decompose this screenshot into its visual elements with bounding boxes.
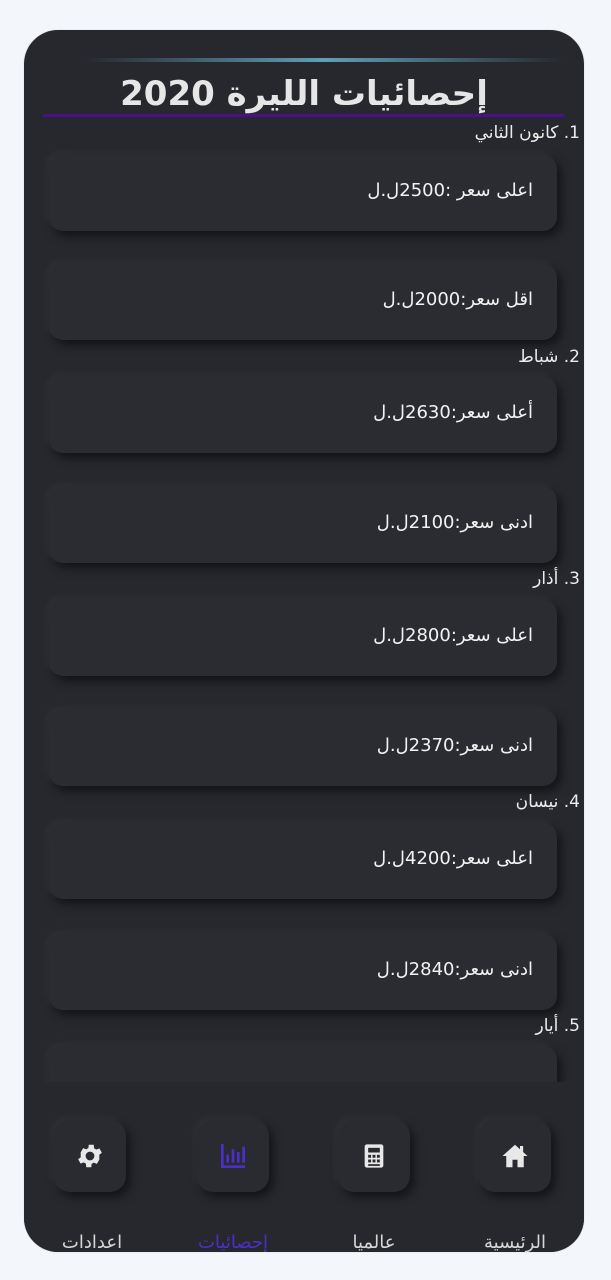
home-button[interactable]	[479, 1120, 551, 1192]
stats-scroll-area[interactable]: 1. كانون الثاني اعلى سعر :2500ل.ل اقل سع…	[24, 120, 584, 1088]
nav-label: إحصائيات	[197, 1232, 269, 1252]
gear-icon	[78, 1144, 102, 1168]
price-card[interactable]: اعلى سعر:4200ل.ل	[49, 823, 557, 899]
price-card[interactable]: اعلى سعر:2800ل.ل	[49, 600, 557, 676]
price-card-text: ادنى سعر:2100ل.ل	[376, 512, 533, 533]
price-card-text: اقل سعر:2000ل.ل	[382, 289, 533, 310]
price-card-text: ادنى سعر:2840ل.ل	[376, 959, 533, 980]
month-label: 2. شباط	[518, 347, 580, 367]
month-label: 4. نيسان	[515, 792, 580, 812]
settings-button[interactable]	[54, 1120, 126, 1192]
page-title: إحصائيات الليرة 2020	[120, 74, 488, 114]
price-card[interactable]: اعلى سعر :2500ل.ل	[49, 155, 557, 231]
price-card[interactable]: اقل سعر:2000ل.ل	[49, 264, 557, 340]
nav-label: اعدادات	[61, 1232, 123, 1252]
price-card-text: ادنى سعر:2370ل.ل	[376, 735, 533, 756]
month-label: 5. أيار	[535, 1016, 580, 1036]
app-screen: إحصائيات الليرة 2020 1. كانون الثاني اعل…	[24, 30, 584, 1252]
month-label: 1. كانون الثاني	[474, 123, 580, 143]
price-card[interactable]: ادنى سعر:2840ل.ل	[49, 934, 557, 1010]
price-card-text: اعلى سعر :2500ل.ل	[367, 180, 533, 201]
price-card[interactable]: ادنى سعر:2370ل.ل	[49, 710, 557, 786]
worldwide-button[interactable]	[338, 1120, 410, 1192]
top-glow	[84, 58, 564, 62]
chart-icon	[221, 1144, 245, 1168]
price-card-text: اعلى سعر:2800ل.ل	[373, 625, 533, 646]
price-card-text: اعلى سعر:4200ل.ل	[373, 848, 533, 869]
statistics-button[interactable]	[197, 1120, 269, 1192]
month-label: 3. أذار	[533, 569, 580, 589]
home-icon	[502, 1144, 528, 1168]
nav-label: الرئيسية	[484, 1232, 546, 1252]
nav-label: عالميا	[352, 1232, 396, 1252]
bottom-nav: اعدادات إحصائيات عالميا الرئيسية	[24, 1082, 584, 1252]
title-underline	[43, 114, 564, 117]
price-card[interactable]: ادنى سعر:2100ل.ل	[49, 487, 557, 563]
price-card-text: أعلى سعر:2630ل.ل	[373, 402, 533, 423]
calculator-icon	[364, 1144, 384, 1168]
price-card[interactable]: أعلى سعر:2630ل.ل	[49, 377, 557, 453]
